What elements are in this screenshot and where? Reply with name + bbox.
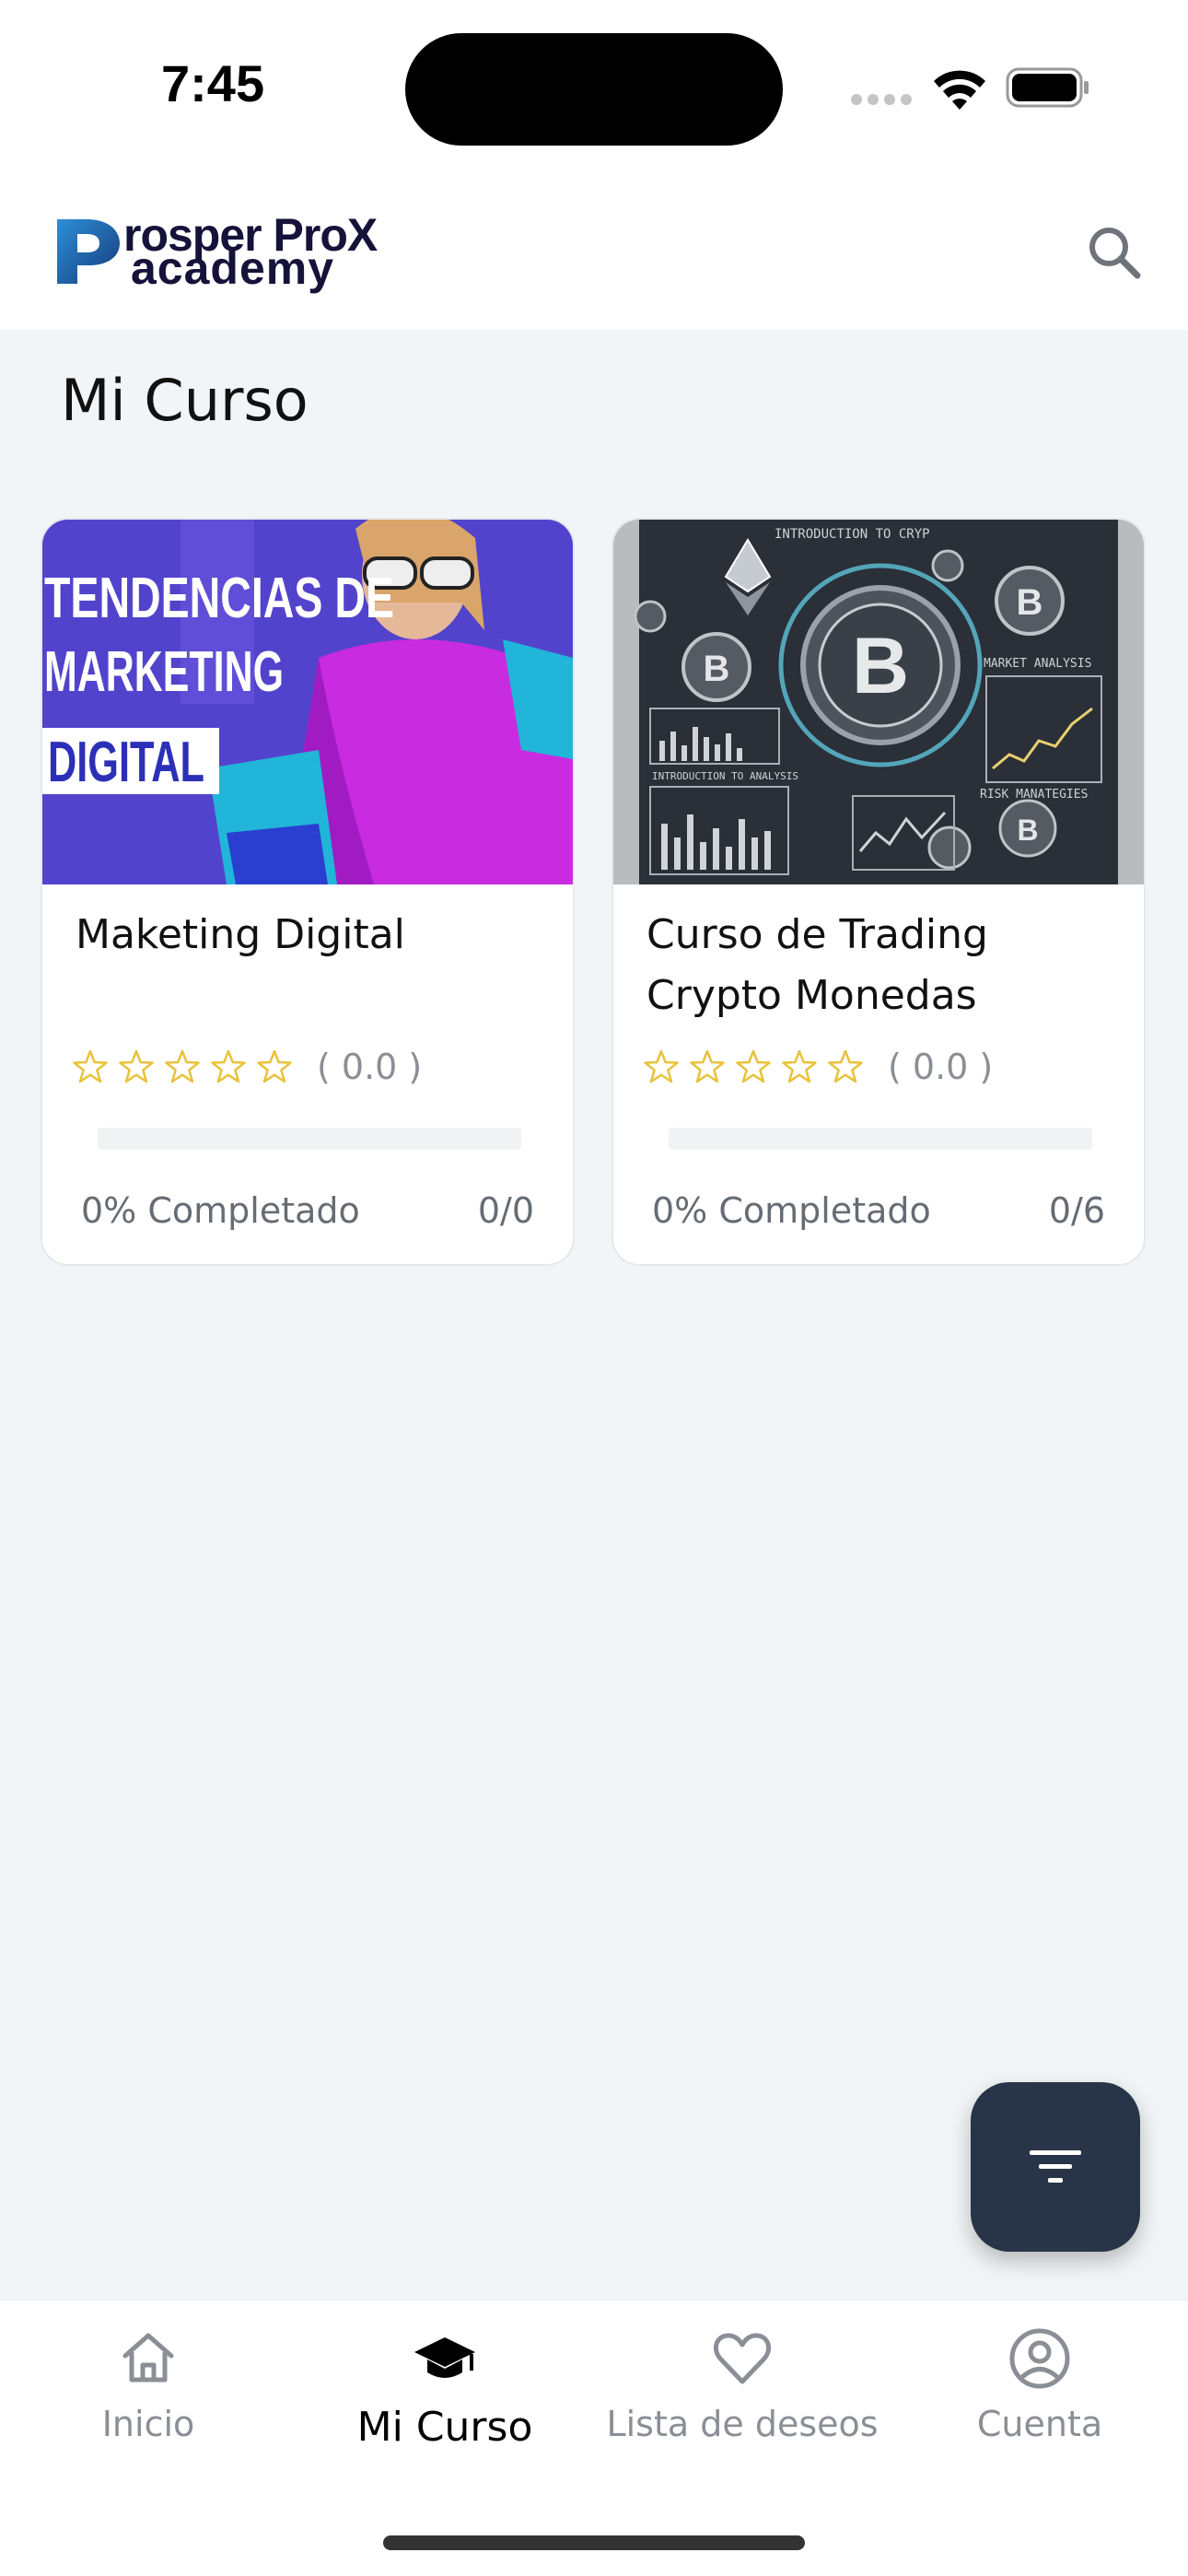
- svg-text:B: B: [852, 622, 909, 710]
- svg-text:B: B: [1017, 814, 1038, 847]
- home-icon: [122, 2333, 174, 2383]
- svg-text:TENDENCIAS DE: TENDENCIAS DE: [44, 567, 394, 630]
- heart-icon: [713, 2333, 772, 2384]
- rating-value: ( 0.0 ): [317, 1047, 423, 1087]
- svg-text:INTRODUCTION TO CRYP: INTRODUCTION TO CRYP: [775, 527, 930, 542]
- status-time: 7:45: [161, 54, 265, 112]
- star-outline-icon: [644, 1049, 679, 1083]
- rating-stars: ( 0.0 ): [72, 1047, 422, 1087]
- nav-item-lista-de-deseos[interactable]: Lista de deseos: [594, 2326, 891, 2492]
- nav-item-mi-curso[interactable]: Mi Curso: [297, 2326, 593, 2492]
- progress-bar: [98, 1128, 521, 1150]
- status-bar: 7:45: [0, 0, 1188, 175]
- course-thumbnail: B B B B INTRODUCTION TO CRYP MARKET ANAL…: [613, 520, 1144, 884]
- svg-text:DIGITAL: DIGITAL: [48, 731, 204, 794]
- svg-text:B: B: [1017, 582, 1043, 623]
- battery-icon: [1006, 67, 1089, 108]
- app-logo[interactable]: rosper ProX academy: [55, 209, 387, 297]
- lesson-count: 0/6: [1048, 1190, 1105, 1231]
- svg-text:MARKETING: MARKETING: [44, 640, 284, 704]
- marketing-thumbnail-image: TENDENCIAS DE MARKETING DIGITAL: [42, 520, 573, 884]
- star-outline-icon: [257, 1049, 292, 1083]
- rating-value: ( 0.0 ): [888, 1047, 994, 1087]
- account-icon: [1009, 2328, 1070, 2389]
- crypto-thumbnail-image: B B B B INTRODUCTION TO CRYP MARKET ANAL…: [613, 520, 1144, 884]
- nav-label: Inicio: [101, 2404, 195, 2444]
- nav-item-inicio[interactable]: Inicio: [0, 2326, 297, 2492]
- logo-p-mark: [57, 219, 120, 284]
- progress-label: 0% Completado: [652, 1190, 931, 1231]
- cellular-signal-icon: [851, 94, 912, 105]
- star-outline-icon: [782, 1049, 817, 1083]
- lesson-count: 0/0: [477, 1190, 534, 1231]
- course-title: Maketing Digital: [76, 911, 405, 958]
- home-indicator: [383, 2535, 805, 2550]
- star-outline-icon: [736, 1049, 771, 1083]
- logo-text-bottom: academy: [131, 242, 335, 294]
- page-title: Mi Curso: [61, 367, 309, 434]
- star-outline-icon: [73, 1049, 108, 1083]
- nav-label: Lista de deseos: [606, 2404, 879, 2444]
- course-title: Curso de Trading Crypto Monedas: [646, 911, 988, 1019]
- wifi-icon: [934, 70, 985, 110]
- star-outline-icon: [165, 1049, 200, 1083]
- search-button[interactable]: [1079, 217, 1149, 287]
- course-thumbnail: TENDENCIAS DE MARKETING DIGITAL: [42, 520, 573, 884]
- progress-bar: [669, 1128, 1092, 1150]
- rating-stars: ( 0.0 ): [643, 1047, 993, 1087]
- nav-label: Mi Curso: [356, 2404, 533, 2451]
- app-header: rosper ProX academy: [0, 175, 1188, 330]
- bottom-navigation: Inicio Mi Curso Lista de deseos Cuenta: [0, 2300, 1188, 2576]
- filter-button[interactable]: [971, 2082, 1140, 2252]
- progress-label: 0% Completado: [81, 1190, 360, 1231]
- svg-text:INTRODUCTION TO ANALYSIS: INTRODUCTION TO ANALYSIS: [652, 770, 798, 782]
- svg-text:RISK MANATEGIES: RISK MANATEGIES: [980, 788, 1088, 802]
- dynamic-island: [405, 33, 783, 146]
- graduation-cap-icon: [414, 2337, 475, 2378]
- filter-icon: [1030, 2150, 1081, 2183]
- svg-text:MARKET ANALYSIS: MARKET ANALYSIS: [984, 657, 1091, 671]
- nav-item-cuenta[interactable]: Cuenta: [891, 2326, 1188, 2492]
- svg-text:B: B: [704, 649, 730, 689]
- nav-label: Cuenta: [976, 2404, 1103, 2444]
- search-icon: [1089, 228, 1141, 279]
- star-outline-icon: [828, 1049, 863, 1083]
- course-card[interactable]: TENDENCIAS DE MARKETING DIGITAL Maketing…: [41, 518, 575, 1266]
- star-outline-icon: [119, 1049, 154, 1083]
- course-card[interactable]: B B B B INTRODUCTION TO CRYP MARKET ANAL…: [611, 518, 1146, 1266]
- star-outline-icon: [690, 1049, 725, 1083]
- star-outline-icon: [211, 1049, 246, 1083]
